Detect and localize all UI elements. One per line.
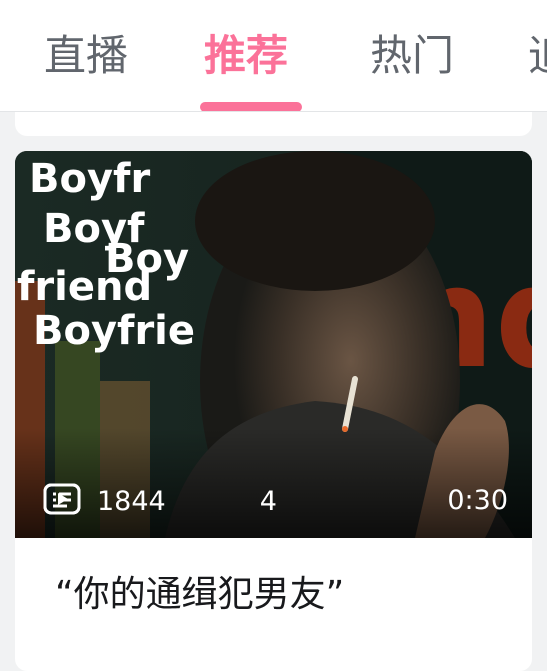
danmaku-count: 4 (43, 483, 277, 517)
cover-text-line-5: Boyfrie (33, 308, 196, 354)
video-duration: 0:30 (447, 485, 508, 516)
video-cover[interactable]: nd Boyfr Boyf Boy friend Boyfrie (15, 151, 532, 538)
top-tab-bar: 直播 推荐 热门 追 (0, 0, 547, 112)
tab-follow[interactable]: 追 (528, 24, 547, 88)
play-count-value: 1844 (97, 485, 166, 517)
tab-live[interactable]: 直播 (44, 24, 128, 88)
video-card[interactable]: nd Boyfr Boyf Boy friend Boyfrie (15, 151, 532, 671)
danmaku-count-value: 4 (259, 485, 277, 517)
video-title[interactable]: “你的通缉犯男友” (55, 569, 344, 621)
cover-text-line-1: Boyfr (29, 156, 151, 202)
tab-recommend[interactable]: 推荐 (204, 24, 288, 88)
video-stats: 1844 4 (43, 483, 277, 519)
tab-hot[interactable]: 热门 (370, 24, 454, 88)
cover-text-line-4: friend (17, 264, 153, 310)
previous-card-bottom (15, 112, 532, 136)
active-tab-indicator (200, 102, 302, 111)
danmaku-icon (43, 483, 244, 517)
